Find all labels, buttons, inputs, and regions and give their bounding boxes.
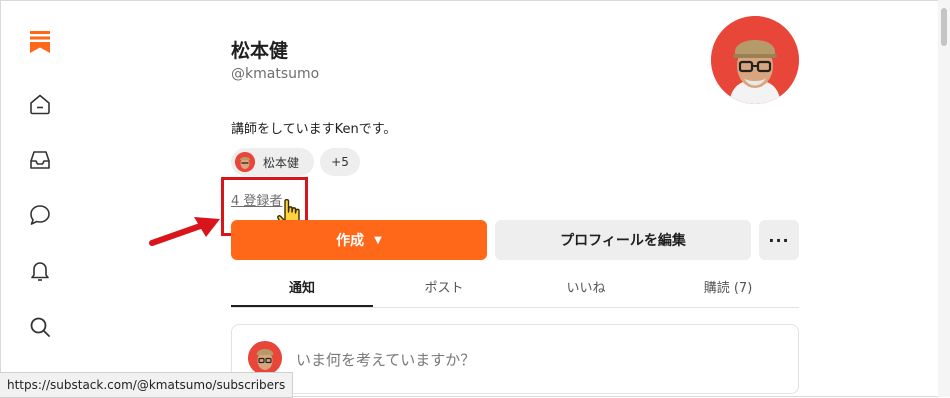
composer-avatar [248,341,282,375]
profile-bio: 講師をしていますKenです。 [231,122,397,137]
profile-avatar[interactable] [711,16,799,104]
more-options-button[interactable]: ··· [759,220,799,260]
home-icon[interactable] [28,92,52,116]
substack-logo-icon[interactable] [28,30,52,54]
composer-placeholder: いま何を考えていますか？ [296,351,476,369]
profile-handle: @kmatsumo [231,66,320,82]
inbox-icon[interactable] [28,148,52,172]
tab-posts[interactable]: ポスト [373,276,515,306]
status-bar-url: https://substack.com/@kmatsumo/subscribe… [0,372,294,398]
tab-notifications[interactable]: 通知 [231,276,373,307]
bell-icon[interactable] [28,259,52,283]
chevron-down-icon: ▼ [374,234,382,246]
profile-name: 松本健 [231,40,289,62]
chip-label: 松本健 [263,155,300,170]
more-publications-chip[interactable]: +5 [320,148,360,176]
create-button-label: 作成 [336,233,365,249]
chip-avatar [235,152,255,172]
scrollbar[interactable] [938,0,950,397]
tab-likes[interactable]: いいね [515,276,657,306]
edit-profile-button[interactable]: プロフィールを編集 [495,220,751,260]
publication-chip[interactable]: 松本健 [231,148,314,176]
search-icon[interactable] [28,315,52,339]
annotation-arrow-icon [148,213,224,247]
chat-icon[interactable] [28,203,52,227]
create-button[interactable]: 作成 ▼ [231,220,487,260]
post-composer[interactable]: いま何を考えていますか？ [231,324,799,394]
tab-subscriptions[interactable]: 購読 (7) [657,276,799,306]
scrollbar-thumb[interactable] [941,8,947,46]
profile-tabs: 通知 ポスト いいね 購読 (7) [231,276,799,308]
